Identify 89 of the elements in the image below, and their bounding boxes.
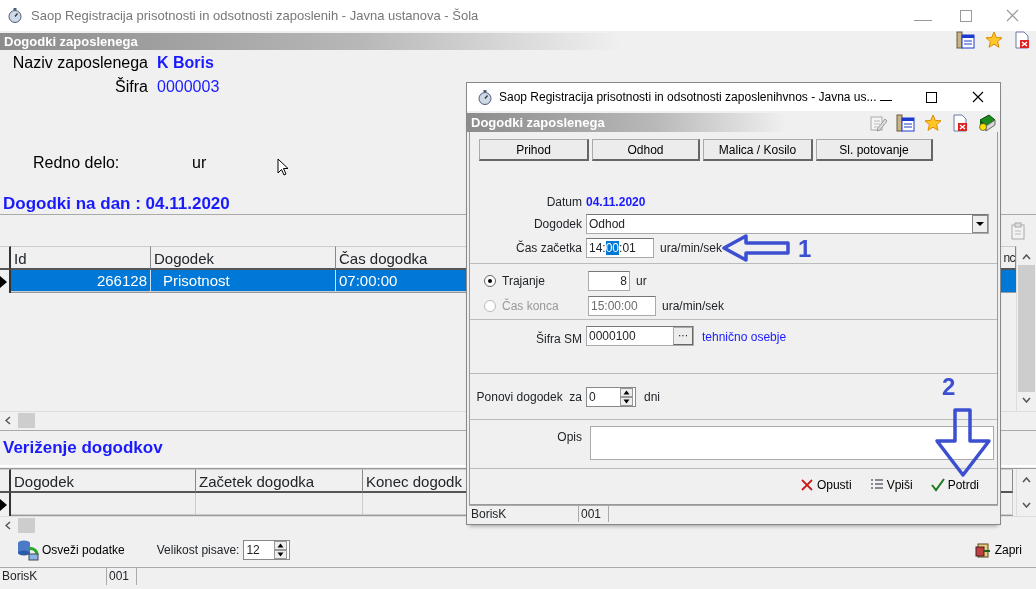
radio-option[interactable]: Trajanje — [470, 271, 588, 290]
event-button[interactable]: Sl. potovanje — [816, 139, 933, 161]
annotation-arrow — [934, 408, 992, 478]
status-field: BorisK — [0, 568, 107, 585]
scroll-left-icon[interactable] — [5, 520, 11, 530]
write-button[interactable]: Vpiši — [865, 476, 917, 494]
font-size-spinner[interactable]: 12 — [243, 540, 291, 560]
stopwatch-icon — [477, 88, 493, 106]
annotation-number: 1 — [798, 236, 812, 262]
event-button[interactable]: Prihod — [479, 139, 589, 161]
checkmark-icon — [930, 478, 945, 492]
annotation-number: 2 — [942, 374, 956, 400]
field-label: Čas začetka — [514, 239, 583, 257]
text-field[interactable]: 8 — [588, 270, 630, 291]
document-delete-icon[interactable] — [1013, 31, 1030, 49]
stopwatch-icon — [7, 7, 23, 24]
field-label: Opis — [556, 429, 583, 446]
door-exit-icon — [974, 541, 992, 559]
field-label: Naziv zaposlenega — [12, 53, 148, 73]
column-header[interactable]: Začetek dogodka — [196, 469, 363, 493]
day-spinner[interactable]: 0 — [586, 386, 636, 407]
star-icon[interactable] — [985, 31, 1003, 49]
table-cell: 07:00:00 — [339, 272, 398, 289]
cancel-button[interactable]: Opusti — [795, 476, 856, 494]
field-label: Velikost pisave: — [156, 542, 240, 559]
document-delete-icon[interactable] — [951, 113, 968, 132]
field-label: Šifra — [115, 76, 148, 97]
browse-button[interactable]: ··· — [673, 327, 693, 345]
help-book-icon[interactable] — [977, 113, 996, 132]
section-heading: Dogodki na dan : 04.11.2020 — [2, 193, 230, 215]
date-value: 04.11.2020 — [586, 194, 646, 211]
mouse-pointer-icon — [277, 158, 289, 177]
scroll-down-icon[interactable] — [1022, 397, 1031, 403]
unit-label: ur — [192, 153, 207, 173]
close-icon[interactable] — [972, 91, 984, 103]
scroll-down-icon[interactable] — [1022, 502, 1031, 508]
status-field: 001 — [107, 568, 137, 585]
spin-up-icon[interactable] — [274, 541, 288, 550]
column-header[interactable]: Dogodek — [151, 246, 336, 270]
section-heading: Veriženje dogodkov — [2, 437, 163, 459]
unit-label: dni — [644, 388, 660, 406]
refresh-button[interactable]: Osveži podatke — [13, 539, 129, 561]
unit-label: ura/min/sek — [662, 297, 725, 315]
field-label: Redno delo: — [33, 153, 121, 173]
list-icon[interactable] — [956, 31, 975, 49]
status-field: 001 — [579, 505, 609, 522]
scroll-thumb[interactable] — [1018, 265, 1035, 392]
field-label: Ponovi dogodek za — [475, 388, 583, 406]
description-text: tehnično osebje — [702, 329, 787, 346]
scroll-up-icon[interactable] — [1022, 477, 1031, 483]
close-button[interactable]: Zapri — [970, 541, 1026, 559]
list-icon — [869, 478, 884, 492]
scroll-thumb[interactable] — [18, 517, 35, 533]
x-icon — [799, 478, 814, 492]
status-field: BorisK — [469, 505, 579, 522]
event-dropdown[interactable]: Odhod — [586, 214, 989, 234]
spin-down-icon[interactable] — [620, 396, 633, 406]
unit-label: ur — [636, 272, 647, 290]
field-value: K Boris — [157, 53, 214, 73]
star-icon[interactable] — [924, 113, 942, 132]
vertical-scrollbar[interactable] — [1016, 246, 1036, 411]
list-icon[interactable] — [896, 113, 915, 132]
spin-up-icon[interactable] — [620, 387, 633, 397]
scroll-up-icon[interactable] — [1022, 254, 1031, 260]
clipboard-icon[interactable] — [1010, 221, 1027, 240]
time-field[interactable]: 14:00:01 — [586, 238, 654, 258]
column-header[interactable]: Dogodek — [11, 469, 196, 493]
spin-down-icon[interactable] — [274, 550, 288, 559]
window-title: Saop Registracija prisotnosti in odsotnosti zaposlenihvnos - Javna us... — [499, 89, 878, 106]
window-title: Saop Registracija prisotnosti in odsotnosti zaposlenih - Javna ustanova - Šola — [31, 6, 480, 25]
table-cell: 266128 — [96, 272, 147, 289]
field-value: 0000003 — [157, 77, 220, 97]
confirm-button[interactable]: Potrdi — [926, 476, 983, 494]
description-field[interactable] — [590, 426, 994, 460]
field-label: Datum — [545, 194, 583, 211]
database-refresh-icon — [17, 539, 39, 561]
column-header[interactable]: Id — [11, 246, 151, 270]
maximize-button[interactable] — [926, 91, 937, 103]
annotation-arrow — [722, 233, 792, 263]
code-field[interactable]: 0000100 ··· — [586, 326, 694, 346]
scroll-thumb[interactable] — [18, 412, 35, 428]
event-button[interactable]: Odhod — [592, 139, 700, 161]
scroll-left-icon[interactable] — [5, 415, 11, 425]
field-label: Šifra SM — [535, 330, 583, 348]
event-button[interactable]: Malica / Kosilo — [703, 139, 813, 161]
section-header: Dogodki zaposlenega — [467, 113, 1000, 132]
unit-label: ura/min/sek — [660, 240, 723, 257]
field-label: Dogodek — [532, 216, 583, 233]
table-cell: Prisotnost — [163, 272, 230, 289]
